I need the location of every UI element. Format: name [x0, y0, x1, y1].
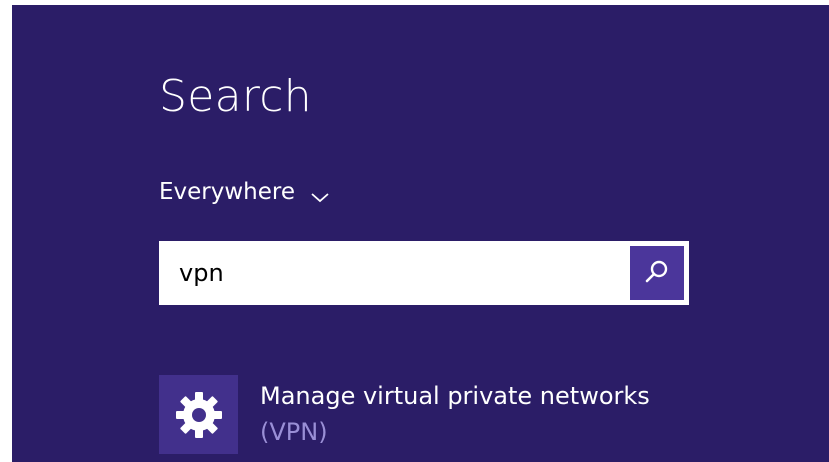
gear-icon [159, 375, 238, 454]
search-pane: Search Everywhere vpn Manage virtual pri… [12, 5, 829, 462]
search-result-item[interactable]: Manage virtual private networks (VPN) [159, 375, 650, 454]
search-input[interactable] [159, 241, 630, 305]
search-result-label: Manage virtual private networks (VPN) [260, 378, 650, 450]
search-scope-dropdown[interactable]: Everywhere [159, 181, 331, 204]
search-result-title: Manage virtual private networks [260, 382, 650, 410]
search-button[interactable] [630, 246, 684, 300]
chevron-down-icon [309, 186, 331, 202]
page-title: Search [159, 71, 312, 122]
search-result-match: (VPN) [260, 418, 328, 446]
search-box [159, 241, 689, 305]
search-icon [643, 257, 671, 289]
search-scope-label: Everywhere [159, 179, 296, 205]
